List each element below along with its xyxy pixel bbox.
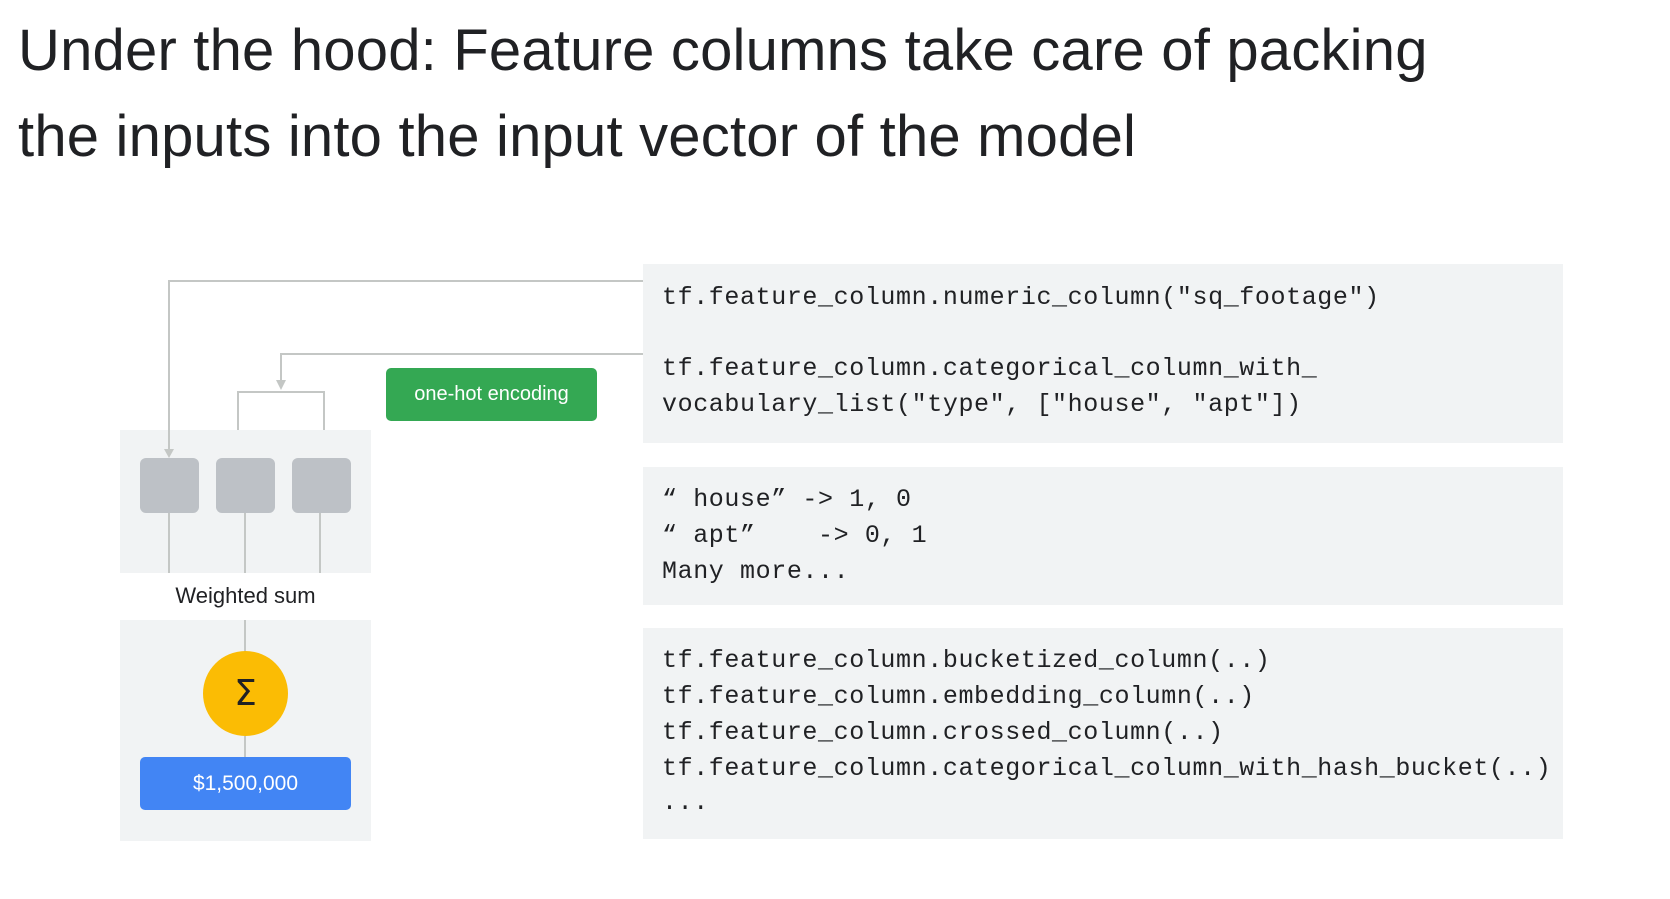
code-line: tf.feature_column.crossed_column(..) (662, 718, 1224, 747)
arrowhead-categorical (276, 380, 286, 390)
arrowhead-numeric (164, 449, 174, 458)
code-line: tf.feature_column.categorical_column_wit… (662, 754, 1552, 783)
onehot-encoding-badge: one-hot encoding (386, 368, 597, 421)
code-block-feature-columns: tf.feature_column.numeric_column("sq_foo… (643, 264, 1563, 443)
input-node-apt (292, 458, 351, 513)
code-line: ... (662, 788, 709, 817)
code-line: tf.feature_column.numeric_column("sq_foo… (662, 283, 1380, 312)
code-block-encoding-examples: “ house” -> 1, 0 “ apt” -> 0, 1 Many mor… (643, 467, 1563, 605)
numeric-column-connector (168, 280, 643, 452)
code-line: tf.feature_column.embedding_column(..) (662, 682, 1255, 711)
onehot-bracket (237, 391, 325, 430)
code-line: Many more... (662, 557, 850, 586)
sigma-icon: Σ (203, 651, 288, 736)
code-line: “ apt” -> 0, 1 (662, 521, 928, 550)
weighted-sum-label: Weighted sum (175, 583, 316, 608)
code-line: tf.feature_column.bucketized_column(..) (662, 646, 1271, 675)
output-value-box: $1,500,000 (140, 757, 351, 810)
code-line: “ house” -> 1, 0 (662, 485, 912, 514)
code-line: tf.feature_column.categorical_column_wit… (662, 354, 1318, 383)
code-line: vocabulary_list("type", ["house", "apt"]… (662, 390, 1302, 419)
input-node-house (216, 458, 275, 513)
code-block-other-columns: tf.feature_column.bucketized_column(..) … (643, 628, 1563, 839)
input-node-numeric (140, 458, 199, 513)
